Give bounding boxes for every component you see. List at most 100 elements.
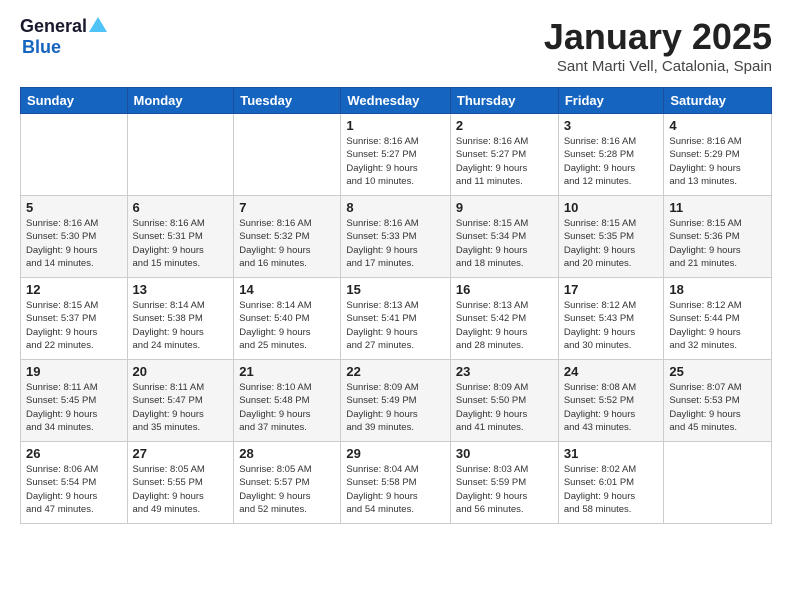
header: General Blue January 2025 Sant Marti Vel… [20,16,772,75]
day-number: 12 [26,282,122,297]
day-number: 1 [346,118,445,133]
table-cell: 20 Sunrise: 8:11 AM Sunset: 5:47 PM Dayli… [127,360,234,442]
table-cell: 15 Sunrise: 8:13 AM Sunset: 5:41 PM Dayli… [341,278,451,360]
table-cell [127,114,234,196]
day-info: Sunrise: 8:05 AM Sunset: 5:57 PM Dayligh… [239,463,335,516]
day-number: 24 [564,364,659,379]
day-info: Sunrise: 8:04 AM Sunset: 5:58 PM Dayligh… [346,463,445,516]
day-number: 22 [346,364,445,379]
day-number: 18 [669,282,766,297]
table-cell: 8 Sunrise: 8:16 AM Sunset: 5:33 PM Daylig… [341,196,451,278]
header-tuesday: Tuesday [234,88,341,114]
page: General Blue January 2025 Sant Marti Vel… [0,0,792,612]
table-cell: 12Sunrise: 8:15 AM Sunset: 5:37 PM Dayli… [21,278,128,360]
logo-general-text: General [20,16,87,37]
table-cell [21,114,128,196]
day-info: Sunrise: 8:07 AM Sunset: 5:53 PM Dayligh… [669,381,766,434]
day-number: 8 [346,200,445,215]
table-cell: 14 Sunrise: 8:14 AM Sunset: 5:40 PM Dayli… [234,278,341,360]
table-cell: 22 Sunrise: 8:09 AM Sunset: 5:49 PM Dayli… [341,360,451,442]
day-number: 27 [133,446,229,461]
logo-blue-text: Blue [22,37,61,58]
day-info: Sunrise: 8:16 AM Sunset: 5:33 PM Dayligh… [346,217,445,270]
week-row-5: 26 Sunrise: 8:06 AM Sunset: 5:54 PM Dayli… [21,442,772,524]
day-info: Sunrise: 8:12 AM Sunset: 5:44 PM Dayligh… [669,299,766,352]
day-info: Sunrise: 8:14 AM Sunset: 5:40 PM Dayligh… [239,299,335,352]
day-info: Sunrise: 8:05 AM Sunset: 5:55 PM Dayligh… [133,463,229,516]
day-number: 30 [456,446,553,461]
day-number: 23 [456,364,553,379]
table-cell: 4 Sunrise: 8:16 AM Sunset: 5:29 PM Daylig… [664,114,772,196]
table-cell: 26 Sunrise: 8:06 AM Sunset: 5:54 PM Dayli… [21,442,128,524]
table-cell: 11 Sunrise: 8:15 AM Sunset: 5:36 PM Dayli… [664,196,772,278]
day-number: 15 [346,282,445,297]
day-info: Sunrise: 8:13 AM Sunset: 5:41 PM Dayligh… [346,299,445,352]
header-monday: Monday [127,88,234,114]
day-number: 4 [669,118,766,133]
header-wednesday: Wednesday [341,88,451,114]
table-cell: 9 Sunrise: 8:15 AM Sunset: 5:34 PM Daylig… [450,196,558,278]
day-number: 13 [133,282,229,297]
table-cell: 3 Sunrise: 8:16 AM Sunset: 5:28 PM Daylig… [558,114,664,196]
table-cell: 21 Sunrise: 8:10 AM Sunset: 5:48 PM Dayli… [234,360,341,442]
day-number: 11 [669,200,766,215]
day-info: Sunrise: 8:15 AM Sunset: 5:34 PM Dayligh… [456,217,553,270]
day-info: Sunrise: 8:02 AM Sunset: 6:01 PM Dayligh… [564,463,659,516]
header-thursday: Thursday [450,88,558,114]
day-info: Sunrise: 8:16 AM Sunset: 5:29 PM Dayligh… [669,135,766,188]
day-info: Sunrise: 8:15 AM Sunset: 5:36 PM Dayligh… [669,217,766,270]
day-info: Sunrise: 8:09 AM Sunset: 5:49 PM Dayligh… [346,381,445,434]
day-number: 25 [669,364,766,379]
day-info: Sunrise: 8:16 AM Sunset: 5:31 PM Dayligh… [133,217,229,270]
day-number: 26 [26,446,122,461]
day-number: 21 [239,364,335,379]
day-info: Sunrise: 8:15 AM Sunset: 5:35 PM Dayligh… [564,217,659,270]
day-info: Sunrise: 8:11 AM Sunset: 5:47 PM Dayligh… [133,381,229,434]
header-saturday: Saturday [664,88,772,114]
day-number: 29 [346,446,445,461]
table-cell: 28Sunrise: 8:05 AM Sunset: 5:57 PM Dayli… [234,442,341,524]
table-cell: 29 Sunrise: 8:04 AM Sunset: 5:58 PM Dayli… [341,442,451,524]
table-cell: 19 Sunrise: 8:11 AM Sunset: 5:45 PM Dayli… [21,360,128,442]
week-row-3: 12Sunrise: 8:15 AM Sunset: 5:37 PM Dayli… [21,278,772,360]
day-number: 17 [564,282,659,297]
location-subtitle: Sant Marti Vell, Catalonia, Spain [544,58,772,75]
day-info: Sunrise: 8:12 AM Sunset: 5:43 PM Dayligh… [564,299,659,352]
day-info: Sunrise: 8:16 AM Sunset: 5:28 PM Dayligh… [564,135,659,188]
day-number: 7 [239,200,335,215]
table-cell: 16Sunrise: 8:13 AM Sunset: 5:42 PM Dayli… [450,278,558,360]
day-number: 19 [26,364,122,379]
table-cell: 6 Sunrise: 8:16 AM Sunset: 5:31 PM Daylig… [127,196,234,278]
day-info: Sunrise: 8:06 AM Sunset: 5:54 PM Dayligh… [26,463,122,516]
day-info: Sunrise: 8:16 AM Sunset: 5:32 PM Dayligh… [239,217,335,270]
day-info: Sunrise: 8:14 AM Sunset: 5:38 PM Dayligh… [133,299,229,352]
table-cell: 31Sunrise: 8:02 AM Sunset: 6:01 PM Dayli… [558,442,664,524]
day-number: 9 [456,200,553,215]
day-number: 6 [133,200,229,215]
table-cell [234,114,341,196]
day-number: 3 [564,118,659,133]
table-cell: 17 Sunrise: 8:12 AM Sunset: 5:43 PM Dayli… [558,278,664,360]
week-row-4: 19 Sunrise: 8:11 AM Sunset: 5:45 PM Dayli… [21,360,772,442]
table-cell: 13 Sunrise: 8:14 AM Sunset: 5:38 PM Dayli… [127,278,234,360]
day-info: Sunrise: 8:16 AM Sunset: 5:27 PM Dayligh… [346,135,445,188]
day-number: 20 [133,364,229,379]
table-cell: 24 Sunrise: 8:08 AM Sunset: 5:52 PM Dayli… [558,360,664,442]
day-info: Sunrise: 8:10 AM Sunset: 5:48 PM Dayligh… [239,381,335,434]
month-title: January 2025 [544,16,772,58]
table-cell: 25 Sunrise: 8:07 AM Sunset: 5:53 PM Dayli… [664,360,772,442]
day-info: Sunrise: 8:08 AM Sunset: 5:52 PM Dayligh… [564,381,659,434]
table-cell: 7 Sunrise: 8:16 AM Sunset: 5:32 PM Daylig… [234,196,341,278]
table-cell: 5Sunrise: 8:16 AM Sunset: 5:30 PM Daylig… [21,196,128,278]
calendar-header-row: Sunday Monday Tuesday Wednesday Thursday… [21,88,772,114]
table-cell: 27 Sunrise: 8:05 AM Sunset: 5:55 PM Dayli… [127,442,234,524]
day-number: 16 [456,282,553,297]
day-number: 2 [456,118,553,133]
table-cell: 2Sunrise: 8:16 AM Sunset: 5:27 PM Daylig… [450,114,558,196]
day-info: Sunrise: 8:03 AM Sunset: 5:59 PM Dayligh… [456,463,553,516]
table-cell: 18 Sunrise: 8:12 AM Sunset: 5:44 PM Dayli… [664,278,772,360]
day-info: Sunrise: 8:11 AM Sunset: 5:45 PM Dayligh… [26,381,122,434]
calendar-table: Sunday Monday Tuesday Wednesday Thursday… [20,87,772,524]
logo-triangle-icon [89,17,107,32]
day-number: 14 [239,282,335,297]
